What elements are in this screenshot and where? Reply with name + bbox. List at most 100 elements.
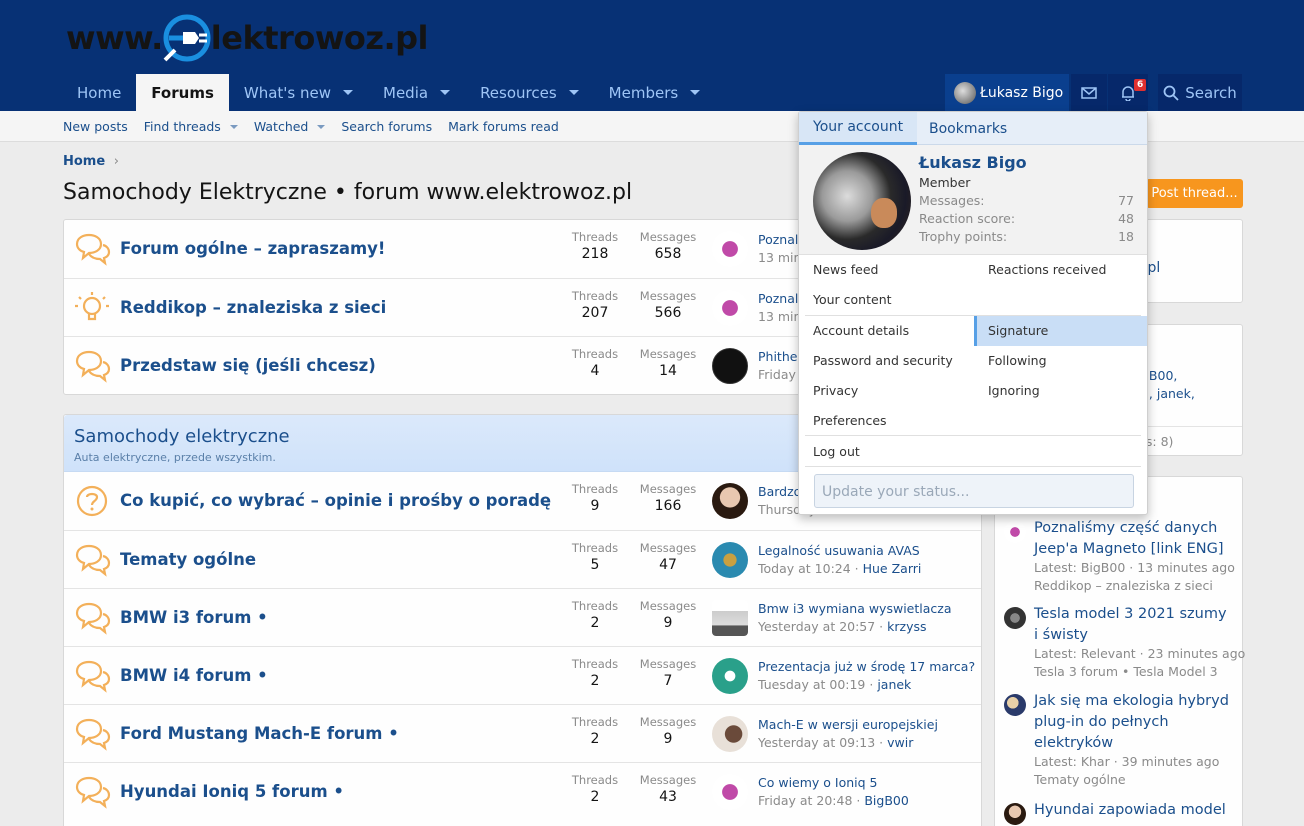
forum-title[interactable]: Tematy ogólne	[120, 550, 256, 569]
forum-node[interactable]: BMW i3 forum • Threads 2 Messages 9 Bmw i3…	[64, 588, 981, 646]
nav-tab-resources[interactable]: Resources	[465, 74, 594, 111]
post-thread-button[interactable]: Post thread...	[1146, 179, 1243, 208]
avatar[interactable]	[712, 348, 748, 384]
last-post-user[interactable]: krzyss	[887, 619, 926, 634]
tab-your-account[interactable]: Your account	[799, 112, 918, 145]
avatar[interactable]	[712, 658, 748, 694]
last-post-user[interactable]: janek	[877, 677, 911, 692]
avatar[interactable]	[712, 716, 748, 752]
nav-tab-home[interactable]: Home	[62, 74, 136, 111]
nav-tab-forums[interactable]: Forums	[136, 74, 229, 111]
nav-tab-whats-new[interactable]: What's new	[229, 74, 368, 111]
caret-down-icon[interactable]	[343, 90, 353, 95]
latest-thread-forum[interactable]: Reddikop – znaleziska z sieci	[1034, 577, 1213, 595]
messages-stat: Messages 7	[638, 657, 698, 689]
inbox-tab[interactable]	[1071, 74, 1107, 111]
forum-node[interactable]: Tematy ogólne Threads 5 Messages 47 Legaln…	[64, 530, 981, 588]
menu-your-content[interactable]: Your content	[813, 292, 892, 307]
stat-label: Threads	[571, 773, 619, 787]
search-tab[interactable]: Search	[1158, 74, 1242, 111]
chat-bubbles-icon	[75, 350, 111, 383]
last-post-title[interactable]: Prezentacja już w środę 17 marca?	[758, 658, 975, 676]
last-post-title[interactable]: Poznali	[758, 231, 802, 249]
menu-password-security[interactable]: Password and security	[813, 353, 953, 368]
menu-news-feed[interactable]: News feed	[813, 262, 878, 277]
subnav-new-posts[interactable]: New posts	[55, 119, 136, 134]
menu-reactions-received[interactable]: Reactions received	[988, 262, 1106, 277]
menu-log-out[interactable]: Log out	[813, 444, 860, 459]
forum-title[interactable]: Forum ogólne – zapraszamy!	[120, 239, 385, 258]
latest-thread-forum[interactable]: Tesla 3 forum • Tesla Model 3	[1034, 663, 1218, 681]
profile-name[interactable]: Łukasz Bigo	[919, 153, 1027, 172]
forum-node[interactable]: BMW i4 forum • Threads 2 Messages 7 Prezen…	[64, 646, 981, 704]
site-logo[interactable]: www. lektrowoz.pl	[66, 8, 429, 68]
last-post-title[interactable]: Co wiemy o Ioniq 5	[758, 774, 909, 792]
last-post-meta: 13 min	[758, 309, 802, 324]
avatar[interactable]	[712, 290, 748, 326]
forum-node[interactable]: Ford Mustang Mach-E forum • Threads 2 Mes…	[64, 704, 981, 762]
menu-privacy[interactable]: Privacy	[813, 383, 858, 398]
last-post-time: Yesterday at 20:57 ·	[758, 619, 888, 634]
menu-following[interactable]: Following	[988, 353, 1047, 368]
breadcrumb[interactable]: Home ›	[63, 154, 119, 169]
stat-label: Messages	[639, 482, 697, 496]
caret-down-icon[interactable]	[568, 90, 579, 95]
latest-thread-title[interactable]: Jak się ma ekologia hybryd plug-in do pe…	[1034, 691, 1234, 754]
breadcrumb-home[interactable]: Home	[63, 154, 105, 169]
latest-thread-forum[interactable]: Tematy ogólne	[1034, 771, 1126, 789]
last-post-title[interactable]: Legalność usuwania AVAS	[758, 542, 921, 560]
forum-title[interactable]: Ford Mustang Mach-E forum •	[120, 724, 399, 743]
forum-title[interactable]: Co kupić, co wybrać – opinie i prośby o …	[120, 491, 551, 510]
menu-signature[interactable]: Signature	[988, 323, 1048, 338]
profile-avatar[interactable]	[813, 152, 911, 250]
caret-down-icon[interactable]	[317, 124, 326, 129]
status-input[interactable]: Update your status...	[814, 474, 1134, 508]
subnav-watched[interactable]: Watched	[246, 119, 334, 134]
last-post-user[interactable]: vwir	[887, 735, 913, 750]
tab-bookmarks[interactable]: Bookmarks	[915, 112, 1021, 145]
online-users[interactable]: q, janek,	[1141, 386, 1195, 401]
nav-tab-media[interactable]: Media	[368, 74, 465, 111]
last-post-title[interactable]: Poznali	[758, 290, 802, 308]
last-post-user[interactable]: BigB00	[864, 793, 908, 808]
latest-thread-title[interactable]: Poznaliśmy część danych Jeep'a Magneto […	[1034, 518, 1234, 560]
avatar[interactable]	[1004, 521, 1026, 543]
messages-stat: Messages 47	[638, 541, 698, 573]
avatar[interactable]	[1004, 607, 1026, 629]
subnav-find-threads[interactable]: Find threads	[136, 119, 246, 134]
forum-title[interactable]: Przedstaw się (jeśli chcesz)	[120, 356, 376, 375]
avatar[interactable]	[1004, 694, 1026, 716]
avatar[interactable]	[712, 542, 748, 578]
avatar[interactable]	[712, 774, 748, 810]
user-account-tab[interactable]: Łukasz Bigo	[945, 74, 1069, 111]
latest-thread-title[interactable]: Hyundai zapowiada model	[1034, 800, 1234, 821]
caret-down-icon[interactable]	[229, 124, 238, 129]
caret-down-icon[interactable]	[440, 90, 451, 95]
chevron-right-icon: ›	[113, 154, 119, 169]
forum-title[interactable]: Hyundai Ioniq 5 forum •	[120, 782, 344, 801]
chat-bubbles-icon	[75, 544, 111, 577]
nav-tab-members[interactable]: Members	[594, 74, 716, 111]
forum-node[interactable]: Hyundai Ioniq 5 forum • Threads 2 Message…	[64, 762, 981, 820]
menu-preferences[interactable]: Preferences	[813, 413, 887, 428]
last-post-user[interactable]: Hue Zarri	[863, 561, 922, 576]
subnav-search-forums[interactable]: Search forums	[333, 119, 440, 134]
forum-title[interactable]: BMW i3 forum •	[120, 608, 268, 627]
menu-account-details[interactable]: Account details	[813, 323, 909, 338]
subnav-mark-read[interactable]: Mark forums read	[440, 119, 567, 134]
avatar[interactable]	[1004, 803, 1026, 825]
latest-thread-title[interactable]: Tesla model 3 2021 szumy i świsty	[1034, 604, 1234, 646]
alerts-tab[interactable]: 6	[1108, 74, 1148, 111]
chat-bubbles-icon	[75, 602, 111, 635]
last-post-title[interactable]: Mach-E w wersji europejskiej	[758, 716, 938, 734]
avatar[interactable]	[712, 231, 748, 267]
avatar[interactable]	[712, 483, 748, 519]
menu-ignoring[interactable]: Ignoring	[988, 383, 1040, 398]
category-title[interactable]: Samochody elektryczne	[74, 426, 290, 447]
avatar[interactable]	[712, 600, 748, 636]
stat-label: Threads	[571, 541, 619, 555]
forum-title[interactable]: BMW i4 forum •	[120, 666, 268, 685]
caret-down-icon[interactable]	[690, 90, 701, 95]
last-post-title[interactable]: Bmw i3 wymiana wyswietlacza	[758, 600, 951, 618]
forum-title[interactable]: Reddikop – znaleziska z sieci	[120, 298, 386, 317]
